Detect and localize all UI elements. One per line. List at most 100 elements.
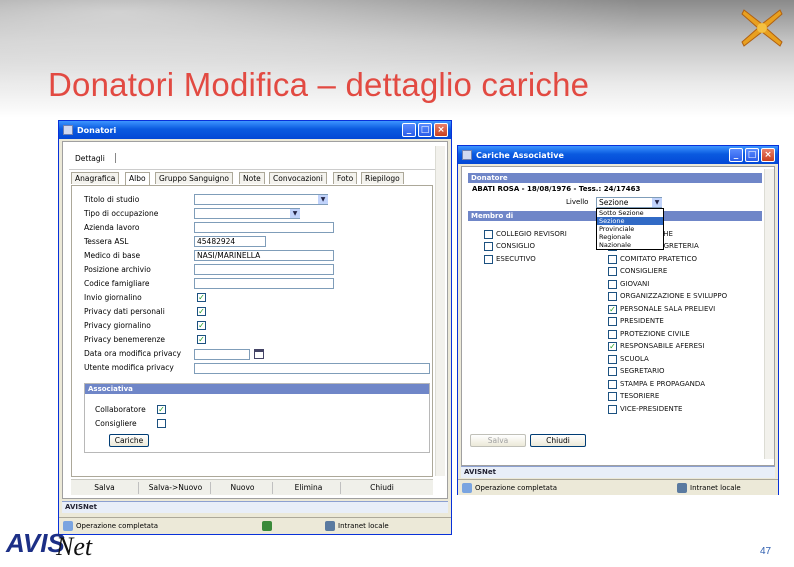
avisnet-logo: AVIS Net bbox=[6, 528, 106, 564]
status-bar: Operazione completata Intranet locale bbox=[458, 479, 778, 495]
field-label: Data ora modifica privacy bbox=[84, 349, 182, 358]
cariche-button[interactable]: Cariche bbox=[109, 434, 149, 447]
chevron-down-icon[interactable]: ▼ bbox=[318, 195, 328, 204]
brand-net: Net bbox=[56, 532, 93, 561]
carica-label: COMITATO PRATETICO bbox=[620, 255, 697, 263]
minimize-icon[interactable]: _ bbox=[402, 123, 416, 137]
tab-strip: Anagrafica Albo Gruppo Sanguigno Note Co… bbox=[71, 172, 441, 186]
scrollbar[interactable] bbox=[435, 146, 445, 476]
elimina-button[interactable]: Elimina bbox=[277, 482, 341, 494]
cariche-window: Cariche Associative _ □ × Donatore ABATI… bbox=[457, 145, 779, 495]
page-number: 47 bbox=[760, 546, 772, 557]
carica-checkbox[interactable] bbox=[608, 405, 617, 414]
calendar-icon[interactable] bbox=[254, 349, 264, 359]
donatori-content: Dettagli Anagrafica Albo Gruppo Sanguign… bbox=[62, 141, 448, 499]
chiudi-button[interactable]: Chiudi bbox=[530, 434, 586, 447]
carica-label: PROTEZIONE CIVILE bbox=[620, 330, 690, 338]
donatori-window-title: Donatori bbox=[77, 125, 117, 135]
tab-gruppo-sanguigno[interactable]: Gruppo Sanguigno bbox=[155, 172, 233, 184]
carica-checkbox[interactable] bbox=[484, 242, 493, 251]
tab-albo[interactable]: Albo bbox=[125, 172, 150, 185]
livello-option[interactable]: Nazionale bbox=[597, 241, 663, 249]
carica-checkbox[interactable] bbox=[608, 292, 617, 301]
titolo-studio-select[interactable] bbox=[194, 194, 328, 205]
field-label: Medico di base bbox=[84, 251, 141, 260]
intranet-icon bbox=[677, 482, 687, 493]
livello-option[interactable]: Regionale bbox=[597, 233, 663, 241]
carica-checkbox[interactable] bbox=[484, 255, 493, 264]
chevron-down-icon[interactable]: ▼ bbox=[652, 198, 662, 207]
carica-checkbox[interactable] bbox=[608, 380, 617, 389]
field-label: Privacy benemerenze bbox=[84, 335, 166, 344]
salva-nuovo-button[interactable]: Salva->Nuovo bbox=[141, 482, 211, 494]
carica-checkbox[interactable] bbox=[608, 280, 617, 289]
azienda-lavoro-input[interactable] bbox=[194, 222, 334, 233]
carica-checkbox[interactable] bbox=[608, 330, 617, 339]
carica-checkbox[interactable] bbox=[608, 317, 617, 326]
consigliere-checkbox[interactable] bbox=[157, 419, 166, 428]
field-label: Tipo di occupazione bbox=[84, 209, 159, 218]
section-rule bbox=[69, 169, 443, 170]
carica-label: ORGANIZZAZIONE E SVILUPPO bbox=[620, 292, 728, 300]
livello-label: Livello bbox=[566, 198, 589, 206]
carica-checkbox[interactable] bbox=[608, 367, 617, 376]
salva-button[interactable]: Salva bbox=[71, 482, 139, 494]
status-bar: Operazione completata Intranet locale bbox=[59, 517, 451, 533]
maximize-icon[interactable]: □ bbox=[745, 148, 759, 162]
status-zone: Intranet locale bbox=[690, 483, 741, 492]
codice-famigliare-input[interactable] bbox=[194, 278, 334, 289]
livello-option[interactable]: Sezione bbox=[597, 217, 663, 225]
donatori-titlebar[interactable]: Donatori _ □ × bbox=[59, 121, 451, 139]
tab-note[interactable]: Note bbox=[239, 172, 265, 184]
cariche-titlebar[interactable]: Cariche Associative _ □ × bbox=[458, 146, 778, 164]
nuovo-button[interactable]: Nuovo bbox=[213, 482, 273, 494]
field-label: Tessera ASL bbox=[84, 237, 129, 246]
app-footer: AVISNet bbox=[461, 466, 775, 478]
minimize-icon[interactable]: _ bbox=[729, 148, 743, 162]
tipo-occupazione-select[interactable] bbox=[194, 208, 300, 219]
carica-label: RESPONSABILE AFERESI bbox=[620, 342, 705, 350]
carica-label: SCUOLA bbox=[620, 355, 649, 363]
tab-foto[interactable]: Foto bbox=[333, 172, 358, 184]
carica-checkbox[interactable] bbox=[608, 355, 617, 364]
carica-checkbox[interactable] bbox=[608, 392, 617, 401]
collaboratore-checkbox[interactable]: ✓ bbox=[157, 405, 166, 414]
carica-checkbox[interactable] bbox=[608, 267, 617, 276]
dettagli-label: Dettagli bbox=[75, 154, 105, 163]
livello-option[interactable]: Provinciale bbox=[597, 225, 663, 233]
livello-option[interactable]: Sotto Sezione bbox=[597, 209, 663, 217]
carica-label: VICE-PRESIDENTE bbox=[620, 405, 683, 413]
utente-modifica-privacy-input[interactable] bbox=[194, 363, 430, 374]
privacy-dati-checkbox[interactable]: ✓ bbox=[197, 307, 206, 316]
tessera-asl-input[interactable]: 45482924 bbox=[194, 236, 266, 247]
dettagli-divider bbox=[115, 153, 116, 163]
carica-checkbox[interactable] bbox=[608, 255, 617, 264]
carica-label: PERSONALE SALA PRELIEVI bbox=[620, 305, 716, 313]
carica-checkbox[interactable]: ✓ bbox=[608, 305, 617, 314]
data-modifica-privacy-input[interactable] bbox=[194, 349, 250, 360]
salva-button[interactable]: Salva bbox=[470, 434, 526, 447]
chevron-down-icon[interactable]: ▼ bbox=[290, 209, 300, 218]
carica-label: PRESIDENTE bbox=[620, 317, 664, 325]
field-label: Privacy dati personali bbox=[84, 307, 165, 316]
carica-checkbox[interactable]: ✓ bbox=[608, 342, 617, 351]
close-icon[interactable]: × bbox=[761, 148, 775, 162]
livello-dropdown-list: Sotto Sezione Sezione Provinciale Region… bbox=[596, 208, 664, 250]
action-bar: Salva Salva->Nuovo Nuovo Elimina Chiudi bbox=[71, 479, 433, 495]
tab-convocazioni[interactable]: Convocazioni bbox=[269, 172, 327, 184]
tab-anagrafica[interactable]: Anagrafica bbox=[71, 172, 120, 184]
consigliere-label: Consigliere bbox=[95, 419, 137, 428]
privacy-benemerenze-checkbox[interactable]: ✓ bbox=[197, 335, 206, 344]
close-icon[interactable]: × bbox=[434, 123, 448, 137]
carica-checkbox[interactable] bbox=[484, 230, 493, 239]
medico-base-input[interactable]: NASI/MARINELLA bbox=[194, 250, 334, 261]
tab-riepilogo[interactable]: Riepilogo bbox=[361, 172, 404, 184]
chiudi-button[interactable]: Chiudi bbox=[347, 482, 417, 494]
app-footer: AVISNet bbox=[62, 501, 448, 513]
donatore-info: ABATI ROSA - 18/08/1976 - Tess.: 24/1746… bbox=[472, 185, 641, 193]
scrollbar[interactable] bbox=[764, 169, 774, 459]
posizione-archivio-input[interactable] bbox=[194, 264, 334, 275]
maximize-icon[interactable]: □ bbox=[418, 123, 432, 137]
invio-giornalino-checkbox[interactable]: ✓ bbox=[197, 293, 206, 302]
privacy-giornalino-checkbox[interactable]: ✓ bbox=[197, 321, 206, 330]
